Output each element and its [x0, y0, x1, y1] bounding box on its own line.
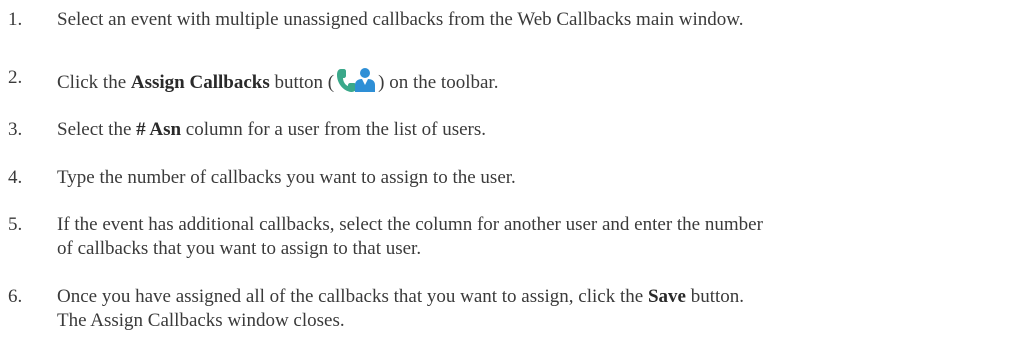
step-text: Select the # Asn column for a user from …	[57, 118, 1002, 142]
step-text-line2: The Assign Callbacks window closes.	[57, 310, 345, 331]
step-text: Type the number of callbacks you want to…	[57, 167, 516, 188]
step-text-line1: If the event has additional callbacks, s…	[57, 214, 763, 235]
step-text-mid: button (	[269, 72, 335, 93]
step-text-post: column for a user from the list of users…	[181, 119, 487, 140]
step-number: 3.	[8, 119, 23, 140]
assign-callbacks-label: Assign Callbacks	[130, 72, 270, 93]
step-text: If the event has additional callbacks, s…	[57, 213, 1002, 261]
step-text-pre: Select the	[57, 119, 137, 140]
step-text: Click the Assign Callbacks button ( ) on…	[57, 66, 1002, 95]
save-label: Save	[647, 286, 686, 307]
step-text-line2: of callbacks that you want to assign to …	[57, 238, 422, 259]
step-text: Select an event with multiple unassigned…	[57, 9, 744, 30]
step-number: 2.	[8, 67, 23, 88]
step-text-post: button.	[685, 286, 745, 307]
step-text-pre: Click the	[57, 72, 131, 93]
step-number: 4.	[8, 167, 23, 188]
step-text: Once you have assigned all of the callba…	[57, 285, 1002, 333]
step-number: 1.	[8, 9, 23, 30]
asn-column-label: # Asn	[136, 119, 182, 140]
step-number: 6.	[8, 286, 23, 307]
assign-callbacks-icon	[335, 66, 377, 94]
procedure-steps: 1. Select an event with multiple unassig…	[0, 0, 1013, 362]
step-number: 5.	[8, 214, 23, 235]
step-text-pre: Once you have assigned all of the callba…	[57, 286, 648, 307]
step-text-post: ) on the toolbar.	[378, 72, 499, 93]
